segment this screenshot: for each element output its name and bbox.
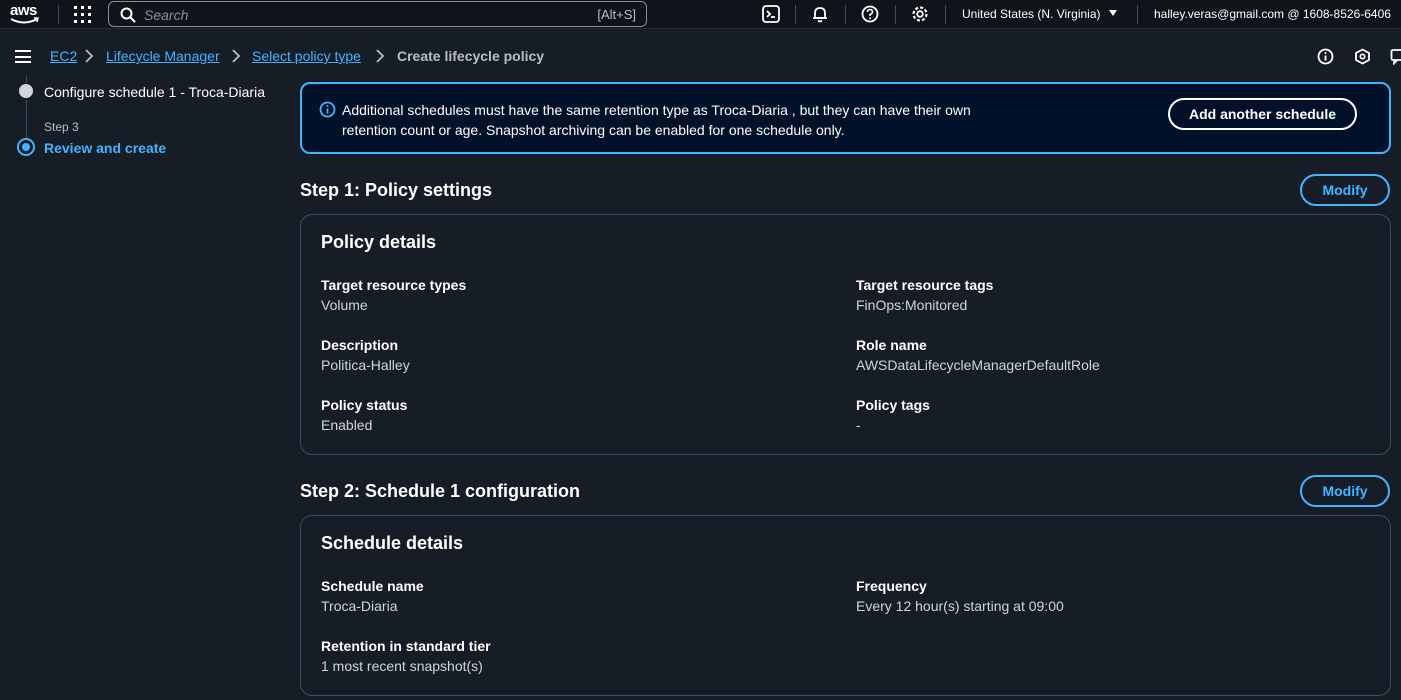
field-value: Politica-Halley — [321, 357, 410, 373]
menu-icon[interactable] — [15, 50, 31, 63]
field-label: Frequency — [856, 578, 927, 594]
info-icon[interactable] — [1317, 48, 1334, 65]
field-value: AWSDataLifecycleManagerDefaultRole — [856, 357, 1100, 373]
field-value: FinOps:Monitored — [856, 297, 968, 313]
modify-step2-button[interactable]: Modify — [1300, 475, 1390, 507]
schedule-details-card: Schedule details Schedule name Troca-Dia… — [300, 515, 1391, 696]
search-shortcut: [Alt+S] — [597, 7, 636, 22]
breadcrumb-ec2[interactable]: EC2 — [50, 48, 77, 64]
step1-heading: Step 1: Policy settings — [300, 180, 493, 200]
wizard-item-review-create[interactable]: Review and create — [44, 140, 166, 156]
chevron-right-icon — [376, 49, 385, 63]
info-alert: Additional schedules must have the same … — [300, 82, 1391, 154]
aws-smile-icon — [10, 17, 39, 24]
step2-heading: Step 2: Schedule 1 configuration — [300, 481, 581, 501]
alert-message: Additional schedules must have the same … — [342, 102, 971, 138]
wizard-item-configure-schedule[interactable]: Configure schedule 1 - Troca-Diaria — [44, 84, 265, 100]
divider — [1137, 5, 1138, 24]
divider — [58, 5, 59, 24]
search-placeholder: Search — [144, 7, 189, 23]
wizard-steps: Configure schedule 1 - Troca-Diaria Step… — [0, 76, 290, 176]
card-title: Policy details — [321, 232, 437, 252]
search-box[interactable]: Search [Alt+S] — [108, 1, 647, 27]
step-current-dot — [17, 138, 35, 156]
wizard-step-number: Step 3 — [44, 120, 79, 134]
field-value: - — [856, 417, 861, 433]
field-label: Schedule name — [321, 578, 424, 594]
chevron-right-icon — [232, 49, 241, 63]
field-value: Volume — [321, 297, 368, 313]
info-icon — [319, 101, 336, 118]
field-label: Role name — [856, 337, 927, 353]
field-value: 1 most recent snapshot(s) — [321, 658, 483, 674]
divider — [895, 5, 896, 24]
caret-down-icon[interactable] — [1109, 10, 1117, 16]
aws-logo[interactable]: aws — [10, 2, 42, 26]
modify-step1-button[interactable]: Modify — [1300, 174, 1390, 206]
field-label: Retention in standard tier — [321, 638, 491, 654]
field-value: Troca-Diaria — [321, 598, 398, 614]
chevron-right-icon — [85, 49, 94, 63]
region-selector[interactable]: United States (N. Virginia) — [962, 7, 1101, 21]
feedback-icon[interactable] — [1390, 48, 1401, 65]
field-label: Policy status — [321, 397, 408, 413]
search-icon — [120, 7, 136, 23]
breadcrumb-select-policy-type[interactable]: Select policy type — [252, 48, 361, 64]
help-icon[interactable] — [861, 5, 879, 23]
card-title: Schedule details — [321, 533, 464, 553]
gear-icon[interactable] — [911, 5, 929, 23]
cloudshell-icon[interactable] — [762, 5, 780, 23]
field-value: Every 12 hour(s) starting at 09:00 — [856, 598, 1064, 614]
field-label: Target resource types — [321, 277, 467, 293]
wizard-connector — [26, 76, 27, 83]
field-label: Target resource tags — [856, 277, 994, 293]
shield-icon[interactable] — [1354, 48, 1371, 65]
top-navigation: aws Search [Alt+S] United States (N. Vir… — [0, 0, 1401, 29]
breadcrumb-current: Create lifecycle policy — [397, 48, 545, 64]
divider — [845, 5, 846, 24]
field-value: Enabled — [321, 417, 373, 433]
breadcrumb-lifecycle-manager[interactable]: Lifecycle Manager — [106, 48, 220, 64]
divider — [795, 5, 796, 24]
field-label: Policy tags — [856, 397, 930, 413]
wizard-connector — [26, 100, 27, 138]
policy-details-card: Policy details Target resource types Vol… — [300, 214, 1391, 455]
field-label: Description — [321, 337, 399, 353]
breadcrumb-bar: EC2 Lifecycle Manager Select policy type… — [0, 38, 1401, 76]
bell-icon[interactable] — [811, 5, 829, 23]
account-menu[interactable]: halley.veras@gmail.com @ 1608-8526-6406 — [1154, 7, 1391, 21]
add-another-schedule-button[interactable]: Add another schedule — [1168, 98, 1357, 130]
services-grid-icon[interactable] — [74, 6, 91, 23]
step-complete-dot — [19, 84, 33, 98]
divider — [945, 5, 946, 24]
